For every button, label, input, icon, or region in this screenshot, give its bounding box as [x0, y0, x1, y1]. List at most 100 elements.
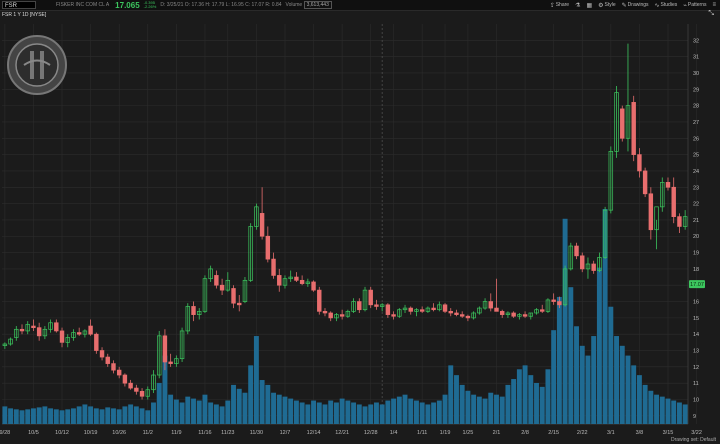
date-tick-label: 10/5	[28, 430, 39, 436]
date-tick-label: 1/19	[440, 430, 451, 436]
share-button[interactable]: ⇪ Share	[550, 2, 569, 9]
zoom-icon[interactable]: ⤡	[708, 10, 714, 18]
chart-period[interactable]: FSR 1 Y 1D [NYSE]	[2, 12, 46, 18]
date-tick-label: 12/28	[364, 430, 378, 436]
candle-body	[322, 310, 328, 314]
volume-bar	[528, 375, 534, 424]
candle-body	[500, 310, 505, 315]
volume-bar	[551, 330, 557, 424]
volume-bar	[328, 400, 334, 424]
candle-body	[557, 301, 562, 306]
price-tag-label: 17.07	[690, 282, 704, 288]
volume-bar	[311, 400, 317, 424]
volume-bar	[534, 382, 539, 424]
candle-body	[522, 314, 528, 317]
studies-button[interactable]: ∿ Studies	[655, 2, 678, 9]
date-tick-label: 12/21	[335, 430, 349, 436]
candle-body	[488, 301, 493, 309]
drawing-set-status[interactable]: Drawing set: Default	[671, 437, 716, 443]
volume-bar	[436, 400, 442, 424]
candle-body	[551, 299, 556, 302]
candle-body	[385, 304, 391, 315]
last-price: 17.065	[115, 0, 140, 10]
volume-bar	[494, 394, 499, 424]
price-tick-label: 27	[693, 120, 699, 126]
symbol-input[interactable]: FSR	[2, 1, 36, 9]
volume-bar	[448, 365, 454, 424]
price-tag: 17.07	[689, 280, 705, 289]
menu-icon[interactable]: ≡	[712, 2, 716, 8]
volume-bar	[2, 406, 8, 424]
volume-bar	[213, 404, 219, 424]
volume-bar	[431, 402, 437, 424]
volume-bar	[25, 409, 31, 424]
candle-body	[19, 328, 25, 332]
volume-bar	[419, 402, 425, 424]
volume-bar	[545, 369, 551, 424]
candle-body	[122, 374, 128, 384]
volume-bar	[396, 396, 402, 424]
volume-bar	[82, 404, 88, 424]
price-tick-label: 30	[693, 71, 699, 77]
volume-bar	[231, 384, 236, 424]
candle-body	[368, 289, 373, 306]
volume-bar	[145, 410, 151, 424]
volume-bar	[465, 390, 471, 424]
candle-body	[162, 335, 168, 363]
candle-body	[36, 327, 42, 337]
date-tick-label: 12/7	[280, 430, 291, 436]
candle-body	[665, 182, 671, 188]
volume-bar	[76, 406, 82, 424]
volume-bar	[128, 404, 134, 424]
date-tick-label: 1/11	[417, 430, 427, 436]
volume-bar	[99, 409, 105, 424]
fisker-logo	[6, 34, 68, 96]
patterns-button[interactable]: ⌁ Patterns	[683, 2, 706, 9]
volume-bar	[659, 396, 665, 424]
volume-bar	[305, 404, 311, 424]
candle-body	[540, 309, 545, 312]
price-chart[interactable]: 9101112131415161718192021222324252627282…	[0, 0, 720, 444]
patterns-icon: ⌁	[683, 2, 687, 9]
candle-body	[94, 333, 99, 351]
candle-body	[454, 312, 459, 315]
date-tick-label: 9/28	[0, 430, 10, 436]
patterns-label: Patterns	[687, 2, 707, 8]
volume-bar	[391, 398, 397, 424]
style-button[interactable]: ⚙ Style	[598, 2, 616, 9]
volume-value: 3,613,443	[303, 1, 332, 9]
volume-bar	[408, 398, 414, 424]
price-tick-label: 19	[693, 251, 699, 257]
candle-body	[111, 363, 116, 371]
candle-body	[128, 382, 133, 389]
quote-header: FSR FISKER INC COM CL A 17.065 -0.395 -2…	[0, 0, 720, 11]
volume-bar	[299, 402, 305, 424]
drawings-button[interactable]: ✎ Drawings	[622, 2, 649, 9]
volume-bar	[13, 409, 19, 424]
candle-body	[237, 302, 242, 306]
price-axis: 9101112131415161718192021222324252627282…	[693, 38, 699, 420]
ohlc-readout: D: 3/25/21 O: 17.36 H: 17.79 L: 16.95 C:…	[160, 2, 282, 8]
date-tick-label: 11/2	[143, 430, 153, 436]
volume-bar	[88, 406, 94, 424]
volume-bar	[454, 375, 459, 424]
volume-bar	[671, 400, 677, 424]
date-tick-label: 11/30	[250, 430, 263, 436]
date-tick-label: 10/12	[55, 430, 69, 436]
volume-bar	[511, 379, 517, 424]
candle-body	[299, 279, 305, 284]
volume-bar	[351, 402, 357, 424]
candle-body	[116, 369, 122, 376]
date-tick-label: 10/26	[112, 430, 126, 436]
volume-bar	[539, 386, 545, 424]
grid-icon[interactable]: ▦	[586, 2, 592, 9]
studies-icon: ∿	[654, 2, 660, 9]
studies-label: Studies	[660, 2, 678, 8]
flask-icon[interactable]: ⚗	[575, 2, 580, 9]
candle-body	[620, 108, 625, 139]
price-tick-label: 21	[693, 218, 699, 224]
volume-bar	[225, 400, 231, 424]
chart-toolbar: ⇪ Share ⚗ ▦ ⚙ Style ✎ Drawings ∿ Studies ⌁ Pa…	[550, 0, 716, 10]
volume-bar	[425, 404, 431, 424]
volume-bar	[48, 408, 54, 424]
